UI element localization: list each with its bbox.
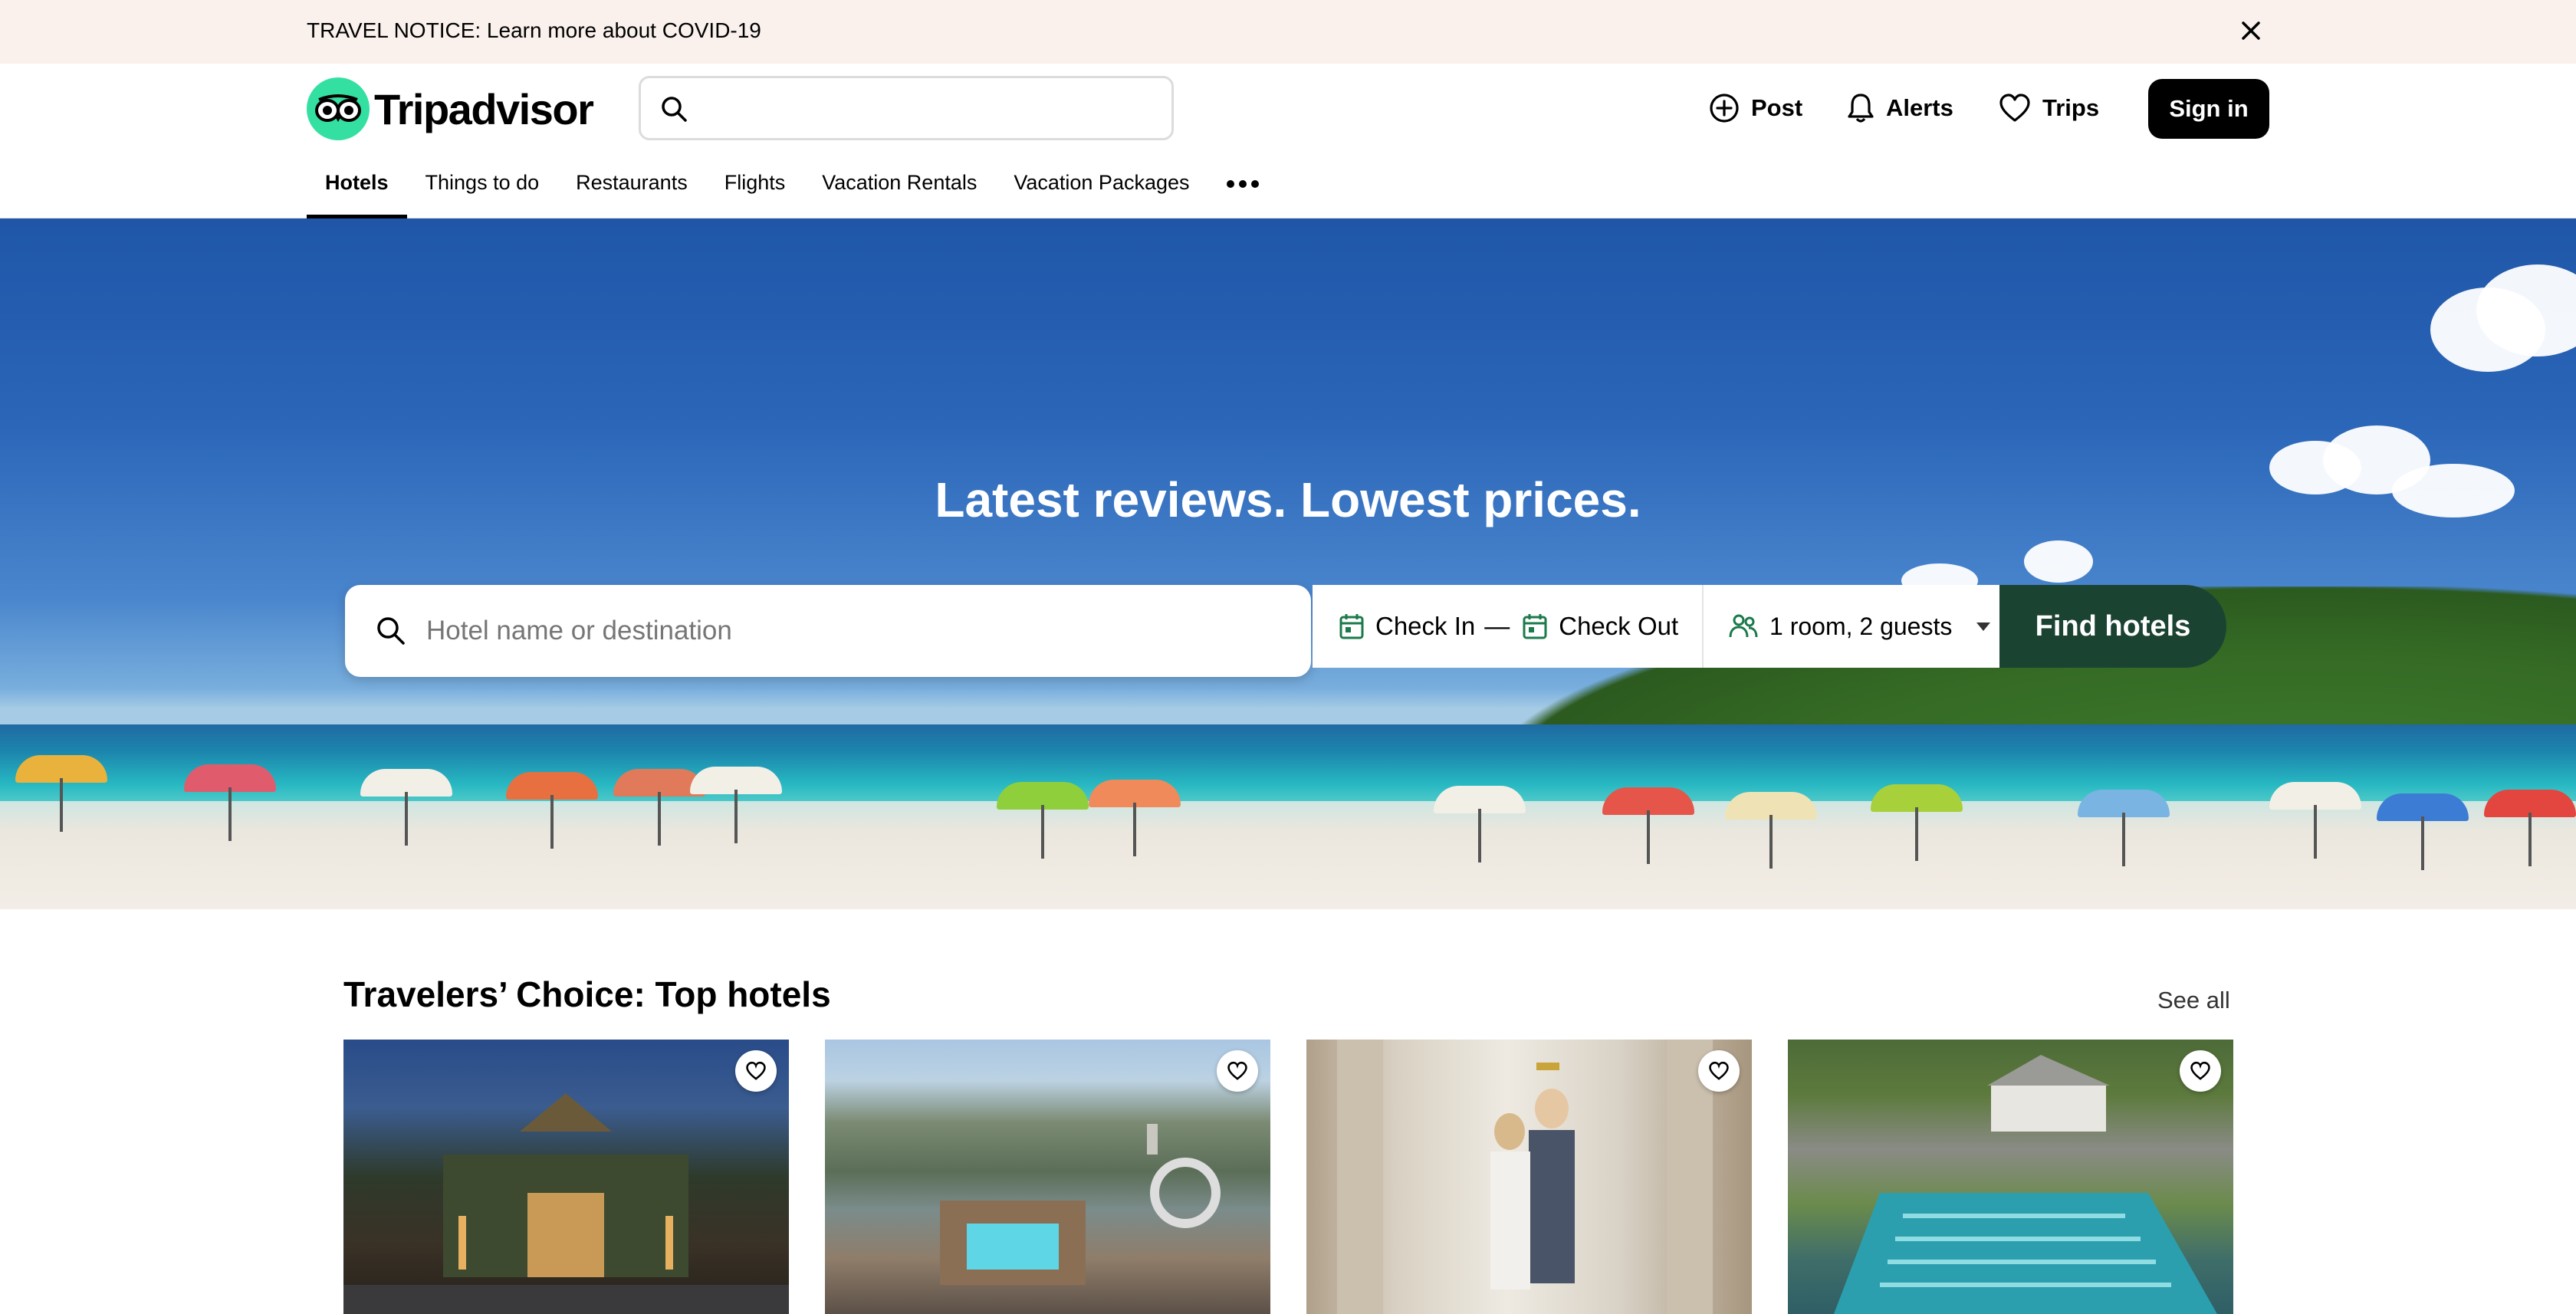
- global-search-box[interactable]: [639, 76, 1174, 140]
- save-heart-button[interactable]: [1698, 1050, 1740, 1092]
- owl-logo-icon: [307, 77, 370, 140]
- calendar-icon: [1339, 613, 1365, 640]
- tab-label: Vacation Rentals: [822, 171, 978, 194]
- alerts-label: Alerts: [1886, 94, 1953, 121]
- logo-wordmark: Tripadvisor: [374, 84, 594, 133]
- alerts-button[interactable]: Alerts: [1846, 77, 1953, 139]
- guests-icon: [1728, 613, 1759, 640]
- beach-umbrellas: [0, 218, 2576, 909]
- tab-label: Hotels: [325, 171, 389, 194]
- plus-circle-icon: [1708, 92, 1740, 124]
- hotel-card[interactable]: [825, 1040, 1270, 1314]
- post-button[interactable]: Post: [1708, 77, 1802, 139]
- tab-restaurants[interactable]: Restaurants: [557, 163, 706, 218]
- tab-vacation-packages[interactable]: Vacation Packages: [995, 163, 1208, 218]
- category-tabs: Hotels Things to do Restaurants Flights …: [307, 163, 1277, 218]
- more-dots-icon[interactable]: [1208, 163, 1277, 218]
- destination-search-box[interactable]: [345, 585, 1311, 677]
- heart-icon: [746, 1061, 766, 1080]
- heart-icon: [1998, 93, 2032, 123]
- site-header: Tripadvisor Post Alerts Trips Sign in Ho…: [0, 64, 2576, 218]
- check-out-label: Check Out: [1559, 612, 1679, 640]
- check-out-field[interactable]: Check Out: [1522, 612, 1678, 641]
- heart-icon: [1227, 1061, 1247, 1080]
- search-icon: [659, 94, 690, 125]
- sign-in-button[interactable]: Sign in: [2148, 79, 2269, 139]
- close-icon[interactable]: [2237, 17, 2265, 44]
- tab-label: Flights: [724, 171, 786, 194]
- tab-things-to-do[interactable]: Things to do: [407, 163, 558, 218]
- hotel-card[interactable]: [343, 1040, 789, 1314]
- hotel-photo: [1834, 1055, 2217, 1314]
- destination-input[interactable]: [426, 603, 1285, 659]
- hero-banner: Latest reviews. Lowest prices. Check In …: [0, 218, 2576, 909]
- hotel-photo: [343, 1093, 789, 1314]
- hotel-card[interactable]: [1306, 1040, 1752, 1314]
- travel-notice-bar: TRAVEL NOTICE: Learn more about COVID-19: [0, 0, 2576, 64]
- global-search-input[interactable]: [702, 86, 1155, 130]
- date-separator: —: [1484, 612, 1510, 640]
- trips-button[interactable]: Trips: [1998, 77, 2099, 139]
- trips-label: Trips: [2042, 94, 2100, 121]
- find-hotels-button[interactable]: Find hotels: [1999, 585, 2226, 668]
- save-heart-button[interactable]: [1217, 1050, 1258, 1092]
- guests-selector[interactable]: 1 room, 2 guests: [1702, 585, 1999, 668]
- post-label: Post: [1751, 94, 1803, 121]
- hotel-photo: [1337, 1040, 1713, 1314]
- tab-label: Restaurants: [576, 171, 688, 194]
- chevron-down-icon: [1976, 622, 1991, 631]
- hotel-photo: [940, 1124, 1221, 1285]
- tab-flights[interactable]: Flights: [706, 163, 804, 218]
- tab-vacation-rentals[interactable]: Vacation Rentals: [803, 163, 995, 218]
- hero-title: Latest reviews. Lowest prices.: [935, 472, 1641, 527]
- tripadvisor-logo[interactable]: Tripadvisor: [307, 77, 594, 140]
- tab-hotels[interactable]: Hotels: [307, 163, 407, 218]
- bell-icon: [1846, 92, 1875, 124]
- save-heart-button[interactable]: [2180, 1050, 2221, 1092]
- save-heart-button[interactable]: [735, 1050, 777, 1092]
- section-title: Travelers’ Choice: Top hotels: [343, 974, 831, 1014]
- travel-notice-link[interactable]: TRAVEL NOTICE: Learn more about COVID-19: [307, 0, 761, 61]
- calendar-icon: [1522, 613, 1548, 640]
- hotel-card[interactable]: [1788, 1040, 2233, 1314]
- tab-label: Things to do: [425, 171, 540, 194]
- date-picker: Check In — Check Out: [1313, 585, 1702, 668]
- see-all-link[interactable]: See all: [2157, 987, 2230, 1014]
- check-in-label: Check In: [1375, 612, 1476, 640]
- check-in-field[interactable]: Check In: [1339, 612, 1475, 641]
- guests-label: 1 room, 2 guests: [1769, 612, 1953, 640]
- heart-icon: [2190, 1061, 2210, 1080]
- tab-label: Vacation Packages: [1014, 171, 1190, 194]
- heart-icon: [1709, 1061, 1729, 1080]
- search-icon: [374, 614, 408, 648]
